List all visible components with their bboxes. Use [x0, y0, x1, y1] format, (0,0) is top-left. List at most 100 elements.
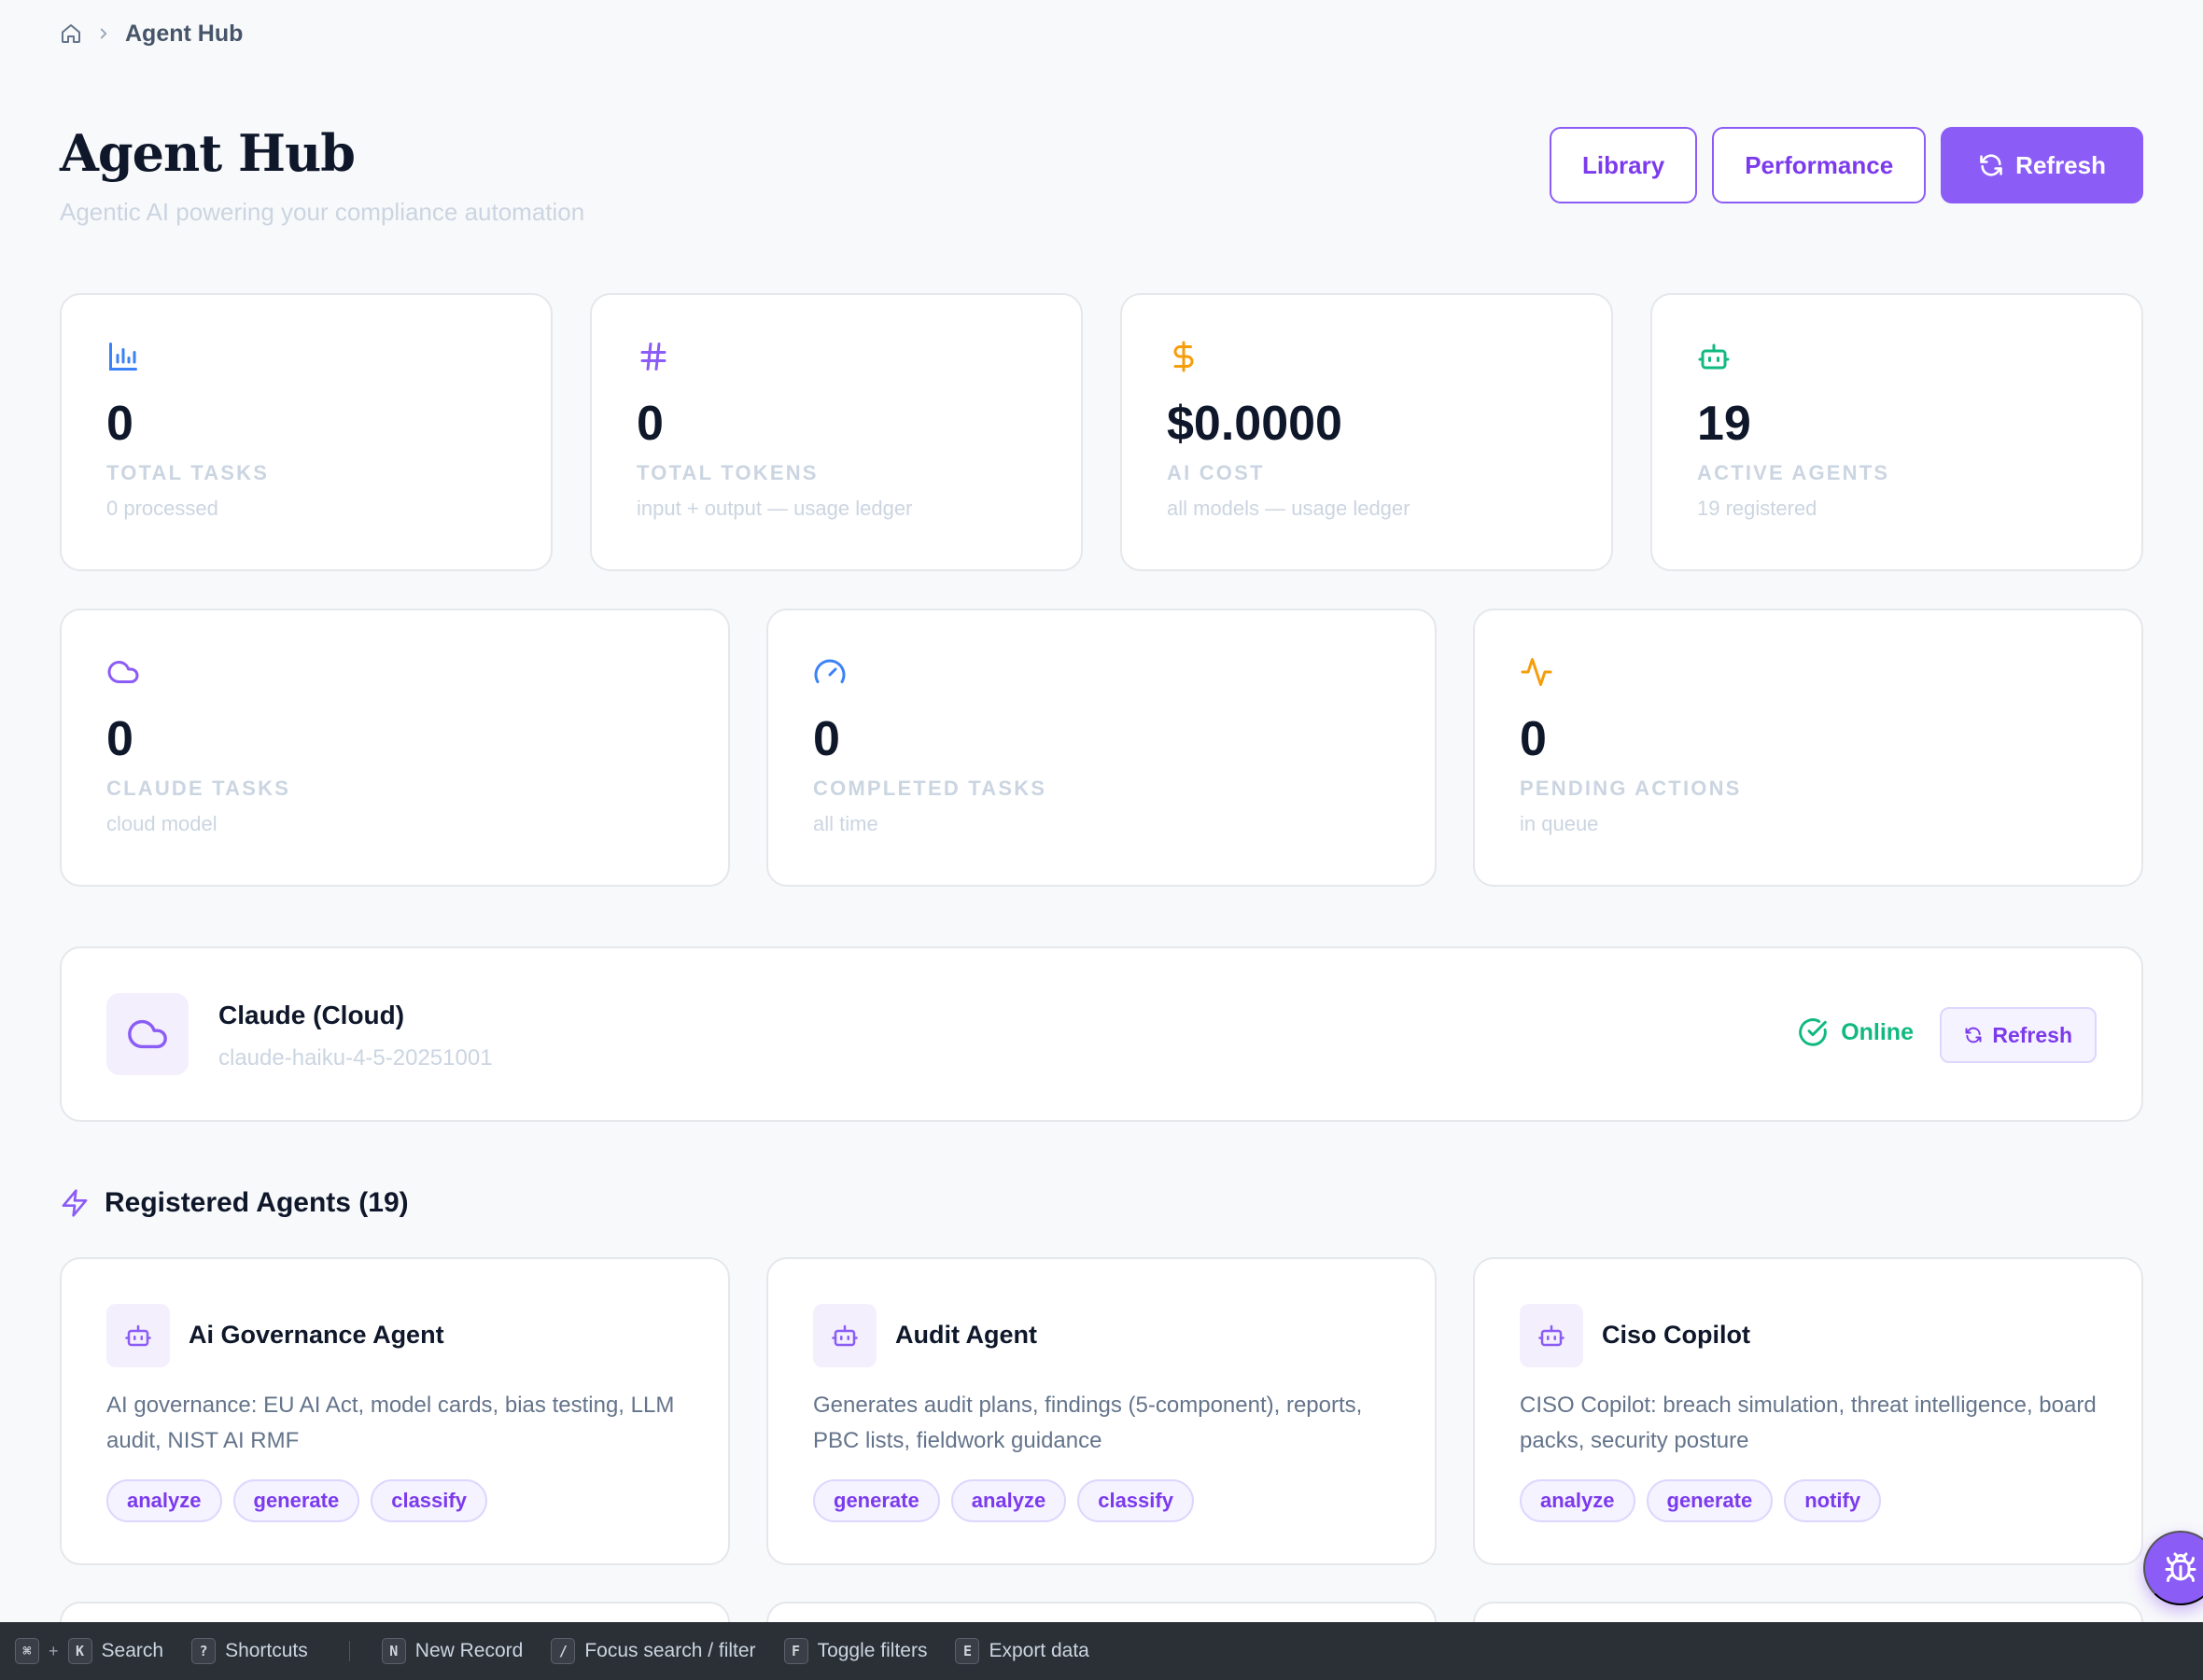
activity-icon: [1521, 658, 1552, 686]
stat-value: 0: [106, 397, 133, 451]
stat-label: AI COST: [1167, 461, 1265, 484]
status-badge: Online: [1798, 1017, 1914, 1047]
stat-card-total-tokens: 0 TOTAL TOKENS input + output — usage le…: [590, 293, 1083, 571]
agent-tags: analyze generate classify: [106, 1479, 487, 1522]
bug-icon: [2165, 1552, 2196, 1582]
robot-icon: [832, 1324, 858, 1347]
stat-card-active-agents: 19 ACTIVE AGENTS 19 registered: [1650, 293, 2143, 571]
shortcut-label: New Record: [414, 1640, 524, 1661]
agent-tags: generate analyze classify: [813, 1479, 1194, 1522]
stat-subtext: all time: [813, 812, 878, 835]
stat-subtext: 19 registered: [1697, 497, 1817, 520]
stat-label: TOTAL TOKENS: [637, 461, 819, 484]
agent-icon-box: [106, 1304, 170, 1367]
agent-card[interactable]: Ciso Copilot CISO Copilot: breach simula…: [1473, 1257, 2143, 1565]
key-cap: ?: [191, 1638, 217, 1664]
agent-name: Audit Agent: [895, 1321, 1037, 1349]
registered-agents-heading: Registered Agents (19): [60, 1187, 409, 1219]
capability-tag: generate: [1646, 1479, 1774, 1522]
shortcut-label: Shortcuts: [225, 1640, 308, 1661]
chevron-right-icon: [100, 28, 107, 39]
stat-label: ACTIVE AGENTS: [1697, 461, 1890, 484]
stat-value: 0: [1520, 712, 1547, 766]
header-actions: Library Performance Refresh: [1550, 127, 2143, 203]
shortcut-toggle-filters[interactable]: F Toggle filters: [783, 1638, 928, 1664]
stat-subtext: input + output — usage ledger: [637, 497, 913, 520]
agent-description: AI governance: EU AI Act, model cards, b…: [106, 1393, 675, 1453]
stat-subtext: cloud model: [106, 812, 217, 835]
library-button[interactable]: Library: [1550, 127, 1698, 203]
model-id: claude-haiku-4-5-20251001: [218, 1045, 493, 1071]
plus-sign: +: [49, 1641, 59, 1660]
model-icon-box: [106, 993, 189, 1075]
shortcut-label: Focus search / filter: [584, 1640, 756, 1661]
capability-tag: analyze: [950, 1479, 1067, 1522]
robot-icon: [1538, 1324, 1565, 1347]
section-title: Registered Agents (19): [105, 1187, 409, 1218]
agent-name: Ai Governance Agent: [189, 1321, 444, 1349]
stat-subtext: in queue: [1520, 812, 1599, 835]
page-title: Agent Hub: [60, 123, 356, 183]
model-refresh-label: Refresh: [1992, 1022, 2072, 1047]
key-cap: N: [381, 1638, 406, 1664]
stat-value: 0: [637, 397, 664, 451]
stat-card-completed-tasks: 0 COMPLETED TASKS all time: [766, 609, 1437, 887]
bug-report-button[interactable]: [2143, 1531, 2203, 1605]
performance-button[interactable]: Performance: [1712, 127, 1927, 203]
capability-tag: classify: [1077, 1479, 1194, 1522]
stat-value: 0: [106, 712, 133, 766]
dollar-icon: [1173, 341, 1194, 372]
stat-card-total-tasks: 0 TOTAL TASKS 0 processed: [60, 293, 553, 571]
cloud-icon: [128, 1019, 167, 1049]
cloud-icon: [107, 661, 139, 683]
agent-tags: analyze generate notify: [1520, 1479, 1882, 1522]
capability-tag: generate: [813, 1479, 940, 1522]
breadcrumb: Agent Hub: [60, 19, 243, 49]
agent-icon-box: [813, 1304, 877, 1367]
shortcut-new-record[interactable]: N New Record: [381, 1638, 524, 1664]
agent-card[interactable]: Ai Governance Agent AI governance: EU AI…: [60, 1257, 730, 1565]
shortcut-label: Export data: [989, 1640, 1089, 1661]
lightning-icon: [62, 1189, 88, 1217]
capability-tag: analyze: [106, 1479, 222, 1522]
agent-description: Generates audit plans, findings (5-compo…: [813, 1393, 1363, 1453]
hash-icon: [640, 343, 667, 371]
stat-value: 0: [813, 712, 840, 766]
shortcut-export-data[interactable]: E Export data: [955, 1638, 1089, 1664]
model-refresh-button[interactable]: Refresh: [1940, 1007, 2097, 1063]
capability-tag: generate: [232, 1479, 360, 1522]
stat-label: TOTAL TASKS: [106, 461, 270, 484]
stat-card-pending-actions: 0 PENDING ACTIONS in queue: [1473, 609, 2143, 887]
capability-tag: analyze: [1520, 1479, 1635, 1522]
refresh-icon: [1980, 154, 2002, 176]
stat-label: COMPLETED TASKS: [813, 777, 1047, 800]
key-cap: E: [955, 1638, 980, 1664]
key-cap: /: [551, 1638, 576, 1664]
stat-subtext: all models — usage ledger: [1167, 497, 1410, 520]
agent-card[interactable]: Audit Agent Generates audit plans, findi…: [766, 1257, 1437, 1565]
agent-name: Ciso Copilot: [1602, 1321, 1750, 1349]
key-cap: F: [783, 1638, 808, 1664]
shortcut-label: Toggle filters: [817, 1640, 928, 1661]
stat-label: PENDING ACTIONS: [1520, 777, 1742, 800]
robot-icon: [1698, 343, 1730, 370]
capability-tag: notify: [1784, 1479, 1882, 1522]
refresh-button[interactable]: Refresh: [1941, 127, 2143, 203]
agent-description: CISO Copilot: breach simulation, threat …: [1520, 1393, 2097, 1453]
refresh-button-label: Refresh: [2015, 150, 2106, 179]
shortcut-help[interactable]: ? Shortcuts: [191, 1638, 308, 1664]
home-icon[interactable]: [60, 22, 82, 45]
divider: [348, 1641, 350, 1661]
shortcut-focus-search[interactable]: / Focus search / filter: [551, 1638, 756, 1664]
model-status-card: Claude (Cloud) claude-haiku-4-5-20251001…: [60, 946, 2143, 1122]
model-name: Claude (Cloud): [218, 1001, 405, 1029]
refresh-icon: [1965, 1027, 1982, 1043]
stat-subtext: 0 processed: [106, 497, 218, 520]
check-circle-icon: [1799, 1018, 1828, 1046]
stat-card-ai-cost: $0.0000 AI COST all models — usage ledge…: [1120, 293, 1613, 571]
key-cap: K: [67, 1638, 92, 1664]
gauge-icon: [814, 659, 846, 683]
keyboard-shortcuts-bar: ⌘ + K Search ? Shortcuts N New Record / …: [0, 1622, 2203, 1680]
shortcut-search[interactable]: ⌘ + K Search: [15, 1638, 163, 1664]
robot-icon: [125, 1324, 151, 1347]
